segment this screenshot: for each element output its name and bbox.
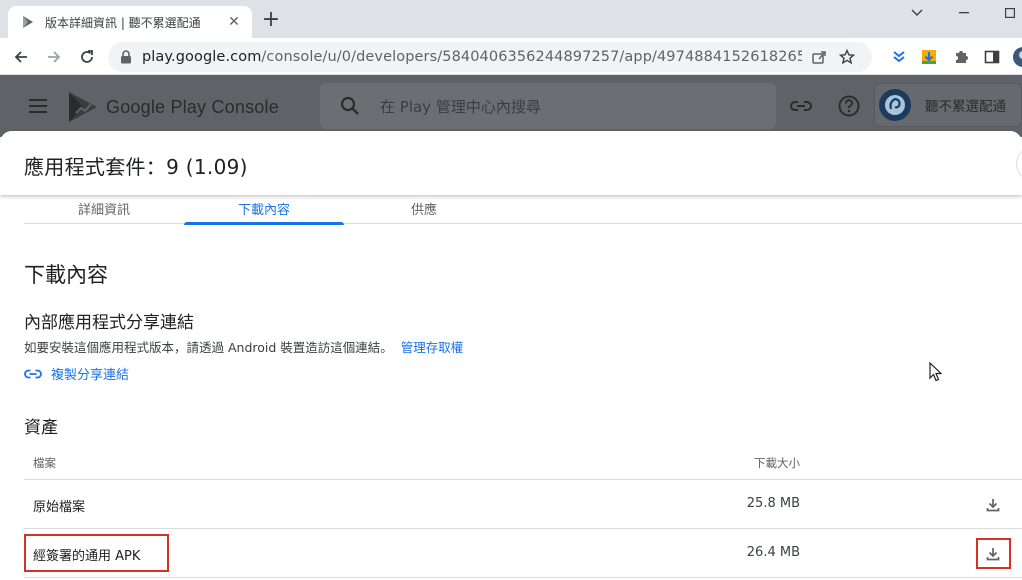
extension-chevrons-icon[interactable] (886, 44, 912, 70)
tab-title: 版本詳細資訊 | 聽不累選配通 (45, 15, 201, 30)
help-icon[interactable] (836, 93, 862, 119)
play-console-logo[interactable]: Google Play Console (68, 91, 279, 123)
sheet-header: 應用程式套件：9 (1.09) (0, 131, 1022, 195)
internal-share-description-text: 如要安裝這個應用程式版本，請透過 Android 裝置造訪這個連結。 (24, 340, 393, 355)
reload-icon[interactable] (74, 44, 100, 70)
tab-close-icon[interactable]: ✕ (226, 14, 242, 30)
hamburger-menu-icon[interactable] (28, 95, 50, 117)
developer-avatar (879, 89, 911, 121)
highlight-box-asset-name (24, 534, 169, 572)
developer-account-switcher[interactable]: 聽不累選配通 (874, 83, 1022, 127)
developer-account-name: 聽不累選配通 (925, 99, 1006, 115)
profile-avatar[interactable] (1010, 44, 1022, 70)
address-bar[interactable]: play.google.com/console/u/0/developers/5… (108, 42, 872, 72)
lock-icon (120, 50, 132, 64)
assets-table-header: 檔案 下載大小 (24, 447, 1022, 480)
copy-share-link-button[interactable]: 複製分享連結 (24, 364, 129, 383)
play-console-favicon-icon (20, 14, 36, 30)
back-arrow-icon[interactable] (8, 44, 34, 70)
minimize-icon[interactable] (954, 3, 974, 23)
forward-arrow-icon[interactable] (41, 44, 67, 70)
internal-share-title: 內部應用程式分享連結 (24, 313, 194, 333)
url-host: play.google.com (142, 49, 262, 65)
sheet-title: 應用程式套件：9 (1.09) (24, 155, 248, 179)
tab-details[interactable]: 詳細資訊 (24, 193, 184, 224)
table-row: 經簽署的通用 APK 26.4 MB (24, 529, 1022, 578)
link-icon[interactable] (788, 93, 814, 119)
asset-name: 原始檔案 (33, 500, 86, 515)
downloads-section-title: 下載內容 (24, 263, 108, 287)
maximize-icon[interactable] (1000, 3, 1020, 23)
assets-title: 資產 (24, 418, 58, 438)
search-icon (340, 96, 360, 116)
bookmark-star-icon[interactable] (836, 46, 858, 68)
browser-toolbar: play.google.com/console/u/0/developers/5… (0, 38, 1022, 75)
share-icon[interactable] (808, 46, 830, 68)
column-header-size: 下載大小 (754, 456, 800, 470)
url-text: play.google.com/console/u/0/developers/5… (142, 49, 802, 65)
assets-table: 檔案 下載大小 原始檔案 25.8 MB 經簽署的通用 APK 26.4 MB (24, 447, 1022, 578)
sheet-tabs: 詳細資訊 下載內容 供應 (24, 193, 1022, 225)
play-console-header: Google Play Console 在 Play 管理中心內搜尋 聽不累選配… (0, 75, 1022, 137)
console-search-input[interactable]: 在 Play 管理中心內搜尋 (320, 83, 776, 129)
table-row: 原始檔案 25.8 MB (24, 480, 1022, 529)
bundle-details-sheet: 應用程式套件：9 (1.09) 詳細資訊 下載內容 供應 下載內容 內部應用程式… (0, 131, 1022, 580)
mouse-cursor-icon (929, 361, 943, 382)
internal-share-description: 如要安裝這個應用程式版本，請透過 Android 裝置造訪這個連結。 管理存取權 (24, 337, 463, 356)
side-panel-icon[interactable] (979, 44, 1005, 70)
asset-size: 25.8 MB (746, 496, 800, 511)
manage-access-link[interactable]: 管理存取權 (401, 340, 464, 355)
tab-downloads[interactable]: 下載內容 (184, 193, 344, 225)
url-path: /console/u/0/developers/5840406356244897… (261, 49, 802, 65)
browser-tabstrip: 版本詳細資訊 | 聽不累選配通 ✕ + (0, 0, 1022, 38)
search-placeholder: 在 Play 管理中心內搜尋 (380, 97, 541, 116)
copy-share-link-label: 複製分享連結 (51, 368, 130, 383)
extensions-puzzle-icon[interactable] (948, 44, 974, 70)
new-tab-button[interactable]: + (260, 9, 282, 32)
extension-download-icon[interactable] (916, 44, 942, 70)
highlight-box-download (976, 538, 1011, 569)
download-icon[interactable] (982, 494, 1004, 516)
play-console-logo-text: Google Play Console (106, 96, 279, 117)
asset-size: 26.4 MB (746, 545, 800, 560)
tab-search-chevron-icon[interactable] (907, 3, 927, 23)
close-sheet-button[interactable] (1016, 147, 1022, 181)
play-console-logo-icon (68, 91, 98, 123)
tab-delivery[interactable]: 供應 (344, 193, 504, 224)
link-icon (24, 369, 42, 379)
browser-tab[interactable]: 版本詳細資訊 | 聽不累選配通 ✕ (8, 6, 252, 38)
column-header-file: 檔案 (33, 456, 56, 470)
